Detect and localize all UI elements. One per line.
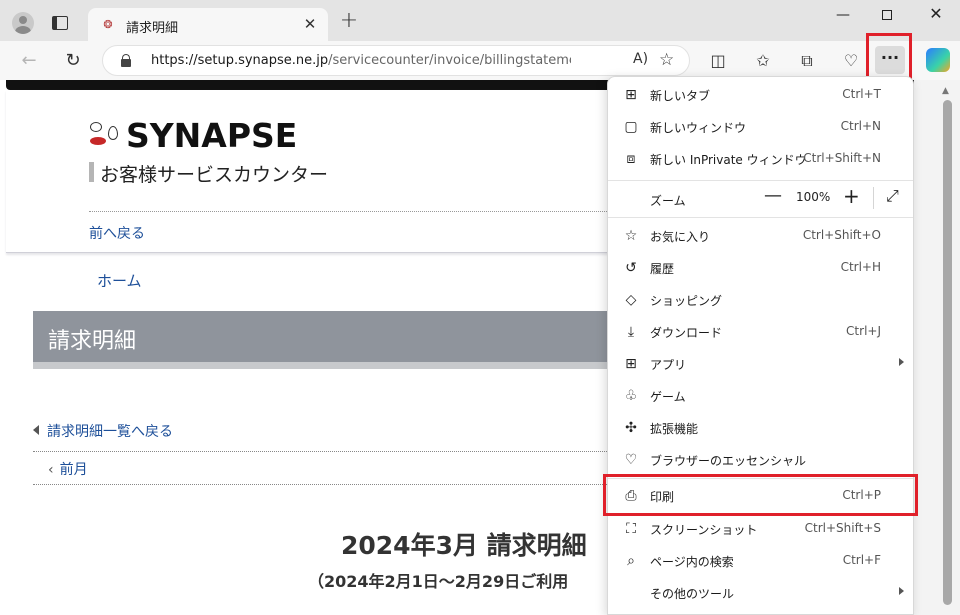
games-icon: ♧: [624, 388, 638, 404]
synapse-favicon-icon: ❂: [103, 18, 113, 31]
copilot-icon[interactable]: [926, 48, 950, 72]
menu-item-downloads[interactable]: ⤓ ダウンロード Ctrl+J: [608, 316, 913, 348]
minimize-icon[interactable]: —: [834, 6, 852, 24]
menu-item-shopping[interactable]: ◇ ショッピング: [608, 284, 913, 316]
browser-toolbar: ← ↻ https://setup.synapse.ne.jp/servicec…: [0, 41, 960, 80]
find-on-page-icon: ⌕: [627, 553, 635, 569]
maximize-icon[interactable]: [882, 10, 892, 20]
scroll-up-icon[interactable]: ▲: [942, 86, 949, 96]
tab-close-icon[interactable]: ✕: [300, 14, 320, 34]
menu-separator: [608, 217, 913, 218]
submenu-arrow-icon: [899, 587, 904, 595]
submenu-arrow-icon: [899, 358, 904, 366]
fullscreen-icon[interactable]: ⤢: [886, 186, 899, 206]
back-link[interactable]: 前へ戻る: [89, 223, 145, 243]
synapse-logo-mark-icon: [88, 120, 124, 152]
header-divider: [89, 211, 609, 212]
collections-icon[interactable]: ⧉: [796, 50, 818, 72]
history-icon: ↺: [625, 260, 637, 276]
inprivate-icon: ⧈: [626, 151, 636, 167]
download-icon: ⤓: [627, 324, 635, 340]
prev-month-link[interactable]: ‹ 前月: [48, 459, 88, 479]
left-triangle-icon: [33, 425, 39, 435]
favorites-icon[interactable]: ✩: [752, 50, 774, 72]
page-right-margin: [914, 80, 960, 615]
active-tab[interactable]: ❂ 請求明細 ✕: [88, 8, 328, 41]
statement-list-back-link[interactable]: 請求明細一覧へ戻る: [33, 421, 173, 441]
new-window-icon: ▢: [624, 119, 638, 135]
favorite-star-icon[interactable]: ☆: [659, 50, 674, 70]
new-tab-icon: ⊞: [625, 87, 637, 103]
menu-item-apps[interactable]: ⊞ アプリ: [608, 348, 913, 380]
menu-item-browser-essentials[interactable]: ♡ ブラウザーのエッセンシャル: [608, 444, 913, 476]
settings-menu: ⊞ 新しいタブ Ctrl+T ▢ 新しいウィンドウ Ctrl+N ⧈ 新しい I…: [607, 76, 914, 615]
back-arrow-icon[interactable]: ←: [18, 50, 40, 72]
logo-sub-accent: [89, 162, 94, 182]
statement-title: 2024年3月 請求明細: [341, 531, 587, 560]
menu-item-more-tools[interactable]: その他のツール: [608, 577, 913, 609]
page-title-bar-accent: [33, 362, 613, 369]
menu-item-games[interactable]: ♧ ゲーム: [608, 380, 913, 412]
tab-title: 請求明細: [126, 21, 179, 36]
apps-icon: ⊞: [625, 356, 637, 372]
favorites-star-icon: ☆: [624, 228, 638, 244]
zoom-divider: [873, 187, 874, 209]
home-link[interactable]: ホーム: [97, 270, 142, 291]
profile-avatar-icon[interactable]: [12, 12, 34, 34]
heart-pulse-icon: ♡: [624, 452, 638, 468]
menu-item-screenshot[interactable]: ⛶ スクリーンショット Ctrl+Shift+S: [608, 513, 913, 545]
scrollbar-thumb[interactable]: [943, 100, 952, 605]
menu-item-new-tab[interactable]: ⊞ 新しいタブ Ctrl+T: [608, 79, 913, 111]
zoom-level: 100%: [796, 190, 831, 204]
window-close-icon[interactable]: ✕: [926, 4, 946, 24]
zoom-in-button[interactable]: +: [843, 184, 860, 208]
extensions-puzzle-icon: ✣: [625, 420, 637, 436]
divider: [33, 451, 613, 452]
address-bar[interactable]: https://setup.synapse.ne.jp/servicecount…: [102, 45, 690, 76]
divider: [33, 484, 613, 485]
page-title: 請求明細: [48, 329, 137, 354]
menu-item-extensions[interactable]: ✣ 拡張機能: [608, 412, 913, 444]
print-item-highlight: [603, 474, 918, 516]
settings-and-more-button[interactable]: ···: [875, 46, 905, 74]
chevron-left-icon: ‹: [48, 462, 54, 478]
site-subtitle: お客様サービスカウンター: [100, 164, 329, 186]
statement-period: （2024年2月1日～2月29日ご利用: [308, 572, 569, 591]
lock-icon[interactable]: [121, 54, 131, 67]
screenshot-icon: ⛶: [626, 521, 636, 537]
menu-item-new-inprivate[interactable]: ⧈ 新しい InPrivate ウィンドウ Ctrl+Shift+N: [608, 143, 913, 175]
shopping-tag-icon: ◇: [625, 292, 637, 308]
split-screen-icon[interactable]: ◫: [707, 50, 729, 72]
menu-item-favorites[interactable]: ☆ お気に入り Ctrl+Shift+O: [608, 220, 913, 252]
browser-essentials-icon[interactable]: ♡: [840, 50, 862, 72]
zoom-out-button[interactable]: —: [764, 185, 782, 206]
menu-item-find-on-page[interactable]: ⌕ ページ内の検索 Ctrl+F: [608, 545, 913, 577]
menu-item-history[interactable]: ↺ 履歴 Ctrl+H: [608, 252, 913, 284]
new-tab-button[interactable]: +: [338, 10, 360, 33]
read-aloud-icon[interactable]: A): [633, 51, 648, 67]
tab-actions-icon[interactable]: [52, 16, 68, 30]
url-text[interactable]: https://setup.synapse.ne.jp/servicecount…: [151, 53, 571, 68]
menu-item-new-window[interactable]: ▢ 新しいウィンドウ Ctrl+N: [608, 111, 913, 143]
site-logo[interactable]: SYNAPSE: [126, 116, 297, 155]
menu-item-zoom: ズーム — 100% + ⤢: [650, 184, 899, 209]
reload-icon[interactable]: ↻: [62, 50, 84, 72]
